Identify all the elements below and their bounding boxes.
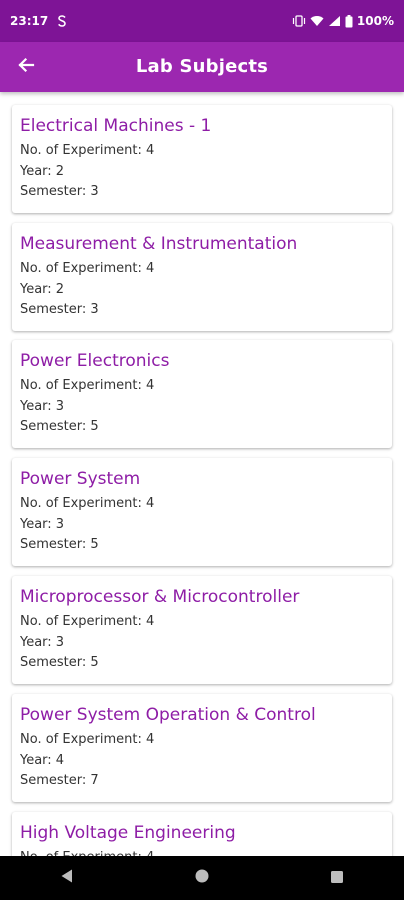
status-right: 100%	[292, 14, 394, 28]
year-label: Year: 4	[20, 752, 65, 768]
year-label: Year: 3	[20, 398, 65, 414]
subject-card[interactable]: Measurement & Instrumentation No. of Exp…	[12, 223, 392, 331]
semester-label: Semester: 3	[20, 302, 99, 317]
cellular-signal-icon	[328, 15, 341, 27]
subject-card[interactable]: Microprocessor & Microcontroller No. of …	[12, 576, 392, 684]
experiment-count: No. of Experiment: 4	[20, 143, 155, 158]
semester-label: Semester: 5	[20, 419, 99, 434]
experiment-count: No. of Experiment: 4	[20, 614, 155, 629]
status-left: 23:17	[10, 14, 68, 28]
battery-percent: 100%	[356, 14, 394, 28]
subject-name: Measurement & Instrumentation	[20, 234, 298, 254]
battery-icon	[345, 14, 353, 28]
subject-card[interactable]: Power Electronics No. of Experiment: 4 Y…	[12, 340, 392, 448]
year-label: Year: 3	[20, 634, 65, 650]
page-title: Lab Subjects	[135, 56, 269, 77]
experiment-count: No. of Experiment: 4	[20, 848, 384, 856]
subject-card[interactable]: High Voltage Engineering No. of Experime…	[12, 812, 392, 856]
experiment-count: No. of Experiment: 4	[20, 496, 155, 511]
subject-name: Power System Operation & Control	[20, 705, 316, 725]
semester-label: Semester: 7	[20, 773, 99, 788]
year-label: Year: 2	[20, 163, 65, 179]
status-time: 23:17	[10, 14, 49, 28]
subject-name: Electrical Machines - 1	[20, 116, 212, 136]
s-icon	[56, 14, 68, 28]
subject-card[interactable]: Electrical Machines - 1 No. of Experimen…	[12, 105, 392, 213]
semester-label: Semester: 5	[20, 655, 99, 670]
semester-label: Semester: 3	[20, 184, 99, 199]
year-label: Year: 3	[20, 516, 65, 532]
nav-back-button[interactable]	[37, 856, 97, 900]
home-circle-icon	[194, 868, 210, 888]
subject-list[interactable]: Electrical Machines - 1 No. of Experimen…	[0, 92, 404, 856]
wifi-icon	[310, 15, 324, 27]
year-label: Year: 2	[20, 281, 65, 297]
subject-name: High Voltage Engineering	[20, 823, 236, 843]
subject-card[interactable]: Power System Operation & Control No. of …	[12, 694, 392, 802]
subject-name: Power Electronics	[20, 351, 170, 371]
subject-name: Microprocessor & Microcontroller	[20, 587, 300, 607]
status-bar: 23:17 100%	[0, 0, 404, 42]
experiment-count: No. of Experiment: 4	[20, 261, 155, 276]
subject-card[interactable]: Power System No. of Experiment: 4 Year: …	[12, 458, 392, 566]
back-triangle-icon	[60, 868, 74, 888]
experiment-count: No. of Experiment: 4	[20, 378, 155, 393]
vibrate-icon	[292, 15, 306, 27]
app-bar: Lab Subjects	[0, 42, 404, 92]
subject-name: Power System	[20, 469, 141, 489]
system-nav-bar	[0, 856, 404, 900]
experiment-count: No. of Experiment: 4	[20, 732, 155, 747]
semester-label: Semester: 5	[20, 537, 99, 552]
nav-home-button[interactable]	[172, 856, 232, 900]
recents-square-icon	[330, 869, 344, 888]
nav-recents-button[interactable]	[307, 856, 367, 900]
